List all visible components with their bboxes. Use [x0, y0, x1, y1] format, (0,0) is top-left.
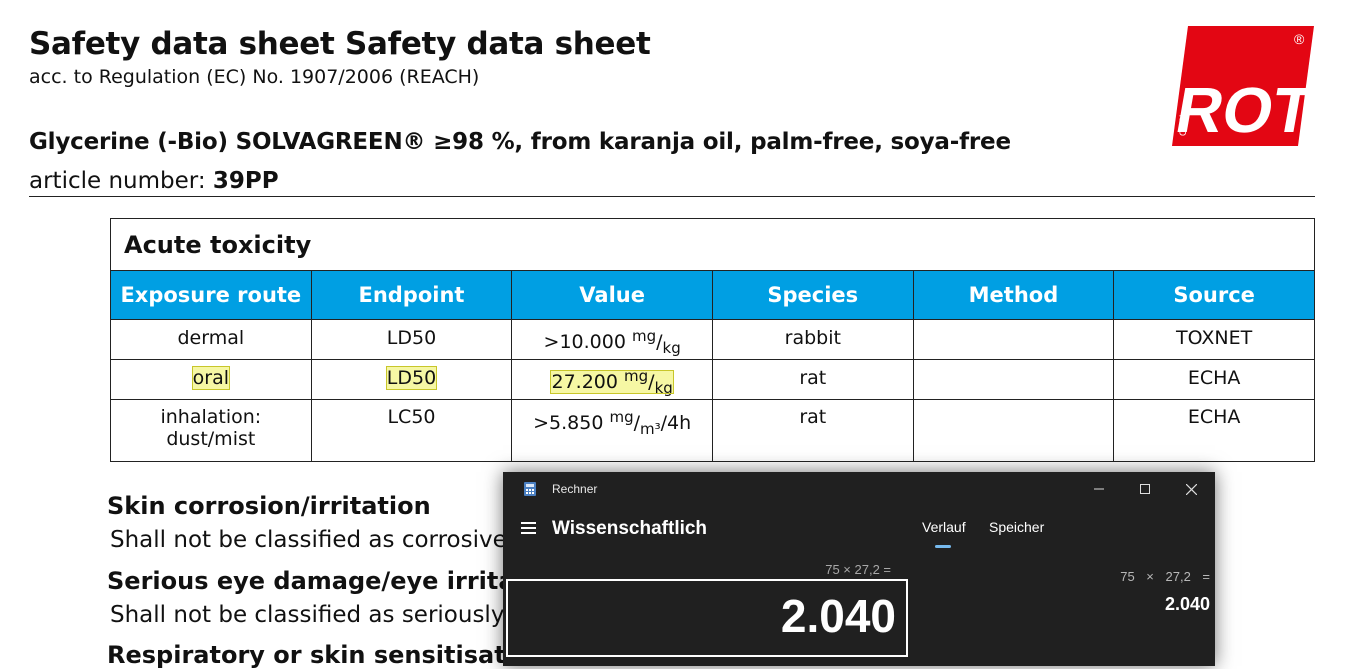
species-cell: rat: [711, 359, 914, 400]
value-cell: >5.850 mg/m³/4h: [511, 399, 713, 462]
column-header: Source: [1113, 270, 1315, 320]
minimize-icon: [1094, 488, 1104, 490]
close-icon: [1185, 483, 1197, 495]
logo-wordmark: ROTH: [1172, 74, 1314, 145]
highlighted-text: oral: [191, 366, 231, 390]
history-expression[interactable]: 75 × 27,2 =: [1043, 569, 1210, 584]
article-number-line: article number: 39PP: [29, 168, 279, 194]
calculator-window[interactable]: Rechner Wissenschaftlich Verlauf Speiche…: [503, 472, 1215, 666]
calculator-mode-title: Wissenschaftlich: [552, 518, 708, 539]
expression-display: 75 × 27,2 =: [825, 562, 891, 577]
method-cell: [912, 319, 1115, 360]
article-number: 39PP: [212, 168, 279, 194]
calculator-icon: [524, 482, 536, 496]
species-cell: rabbit: [711, 319, 914, 360]
tab-memory[interactable]: Speicher: [989, 519, 1044, 535]
section-heading-sensitisation: Respiratory or skin sensitisation: [107, 641, 548, 669]
regulation-subtitle: acc. to Regulation (EC) No. 1907/2006 (R…: [29, 66, 480, 88]
column-header: Method: [912, 270, 1115, 320]
result-display[interactable]: 2.040: [506, 579, 908, 657]
maximize-icon: [1140, 484, 1150, 494]
acute-toxicity-table: Acute toxicity Exposure route Endpoint V…: [110, 218, 1315, 462]
column-header: Species: [711, 270, 914, 320]
highlighted-text: LD50: [385, 366, 438, 390]
table-row: inhalation: dust/mist LC50 >5.850 mg/m³/4…: [110, 399, 1315, 462]
registered-mark: ®: [1294, 31, 1305, 47]
value-cell: 27.200 mg/kg: [511, 359, 713, 400]
article-label: article number:: [29, 168, 206, 194]
source-cell: ECHA: [1113, 399, 1315, 462]
table-row: dermal LD50 >10.000 mg/kg rabbit TOXNET: [110, 319, 1315, 360]
species-cell: rat: [711, 399, 914, 462]
close-button[interactable]: [1176, 477, 1206, 501]
value-cell: >10.000 mg/kg: [511, 319, 713, 360]
source-cell: ECHA: [1113, 359, 1315, 400]
header-divider: [29, 196, 1315, 197]
method-cell: [912, 359, 1115, 400]
maximize-button[interactable]: [1130, 477, 1160, 501]
result-value: 2.040: [780, 590, 896, 642]
route-cell: inhalation: dust/mist: [110, 399, 312, 462]
menu-icon[interactable]: [521, 522, 536, 534]
section-heading-eye: Serious eye damage/eye irritati: [107, 567, 535, 595]
source-cell: TOXNET: [1113, 319, 1315, 360]
endpoint-cell: LD50: [310, 319, 513, 360]
active-tab-indicator: [935, 545, 951, 548]
route-cell: oral: [110, 359, 312, 400]
history-result[interactable]: 2.040: [1063, 594, 1210, 615]
product-name: Glycerine (-Bio) SOLVAGREEN® ≥98 %, from…: [29, 129, 1011, 155]
document-title: Safety data sheet Safety data sheet: [29, 26, 651, 62]
section-text-skin: Shall not be classified as corrosive: [110, 527, 507, 553]
app-title: Rechner: [552, 482, 598, 496]
route-cell: dermal: [110, 319, 312, 360]
column-header: Value: [511, 270, 713, 320]
endpoint-cell: LD50: [310, 359, 513, 400]
title-bar[interactable]: Rechner: [503, 472, 1215, 506]
method-cell: [912, 399, 1115, 462]
endpoint-cell: LC50: [310, 399, 513, 462]
tab-history[interactable]: Verlauf: [922, 519, 966, 535]
section-text-eye: Shall not be classified as seriously: [110, 602, 505, 628]
table-row: oral LD50 27.200 mg/kg rat ECHA: [110, 359, 1315, 400]
column-header: Endpoint: [310, 270, 513, 320]
minimize-button[interactable]: [1084, 477, 1114, 501]
logo-small-text: CARL: [1178, 112, 1188, 136]
column-header: Exposure route: [110, 270, 312, 320]
table-header-row: Exposure route Endpoint Value Species Me…: [110, 270, 1315, 320]
highlighted-text: 27.200 mg/kg: [550, 367, 674, 397]
table-title: Acute toxicity: [110, 218, 1315, 271]
section-heading-skin: Skin corrosion/irritation: [107, 492, 431, 520]
carl-roth-logo: ROTH CARL ®: [1172, 26, 1314, 146]
